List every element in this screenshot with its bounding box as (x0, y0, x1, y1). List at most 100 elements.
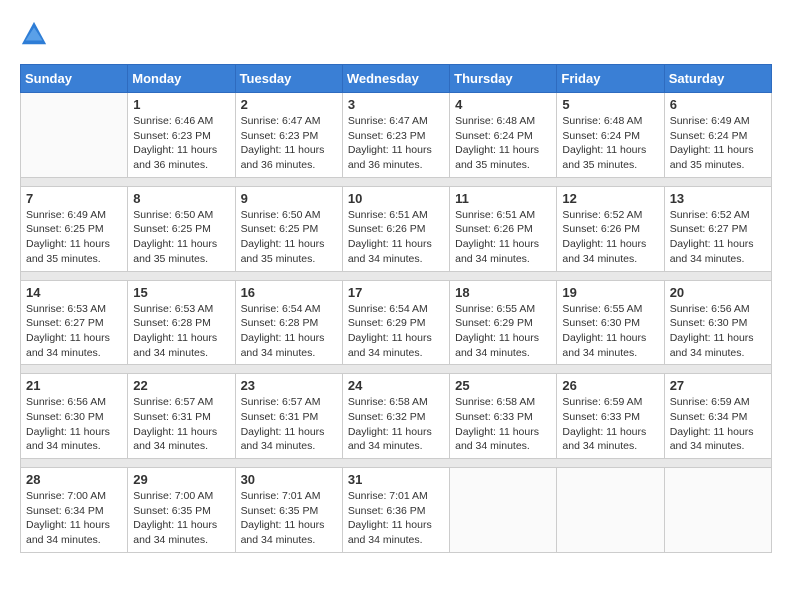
week-separator (21, 365, 772, 374)
calendar-week-row: 7 Sunrise: 6:49 AMSunset: 6:25 PMDaylight… (21, 186, 772, 271)
day-number: 23 (241, 378, 337, 393)
day-number: 17 (348, 285, 444, 300)
day-info: Sunrise: 6:59 AMSunset: 6:34 PMDaylight:… (670, 395, 766, 454)
logo-icon (20, 20, 48, 48)
day-info: Sunrise: 6:52 AMSunset: 6:26 PMDaylight:… (562, 208, 658, 267)
calendar-header-row: SundayMondayTuesdayWednesdayThursdayFrid… (21, 65, 772, 93)
day-of-week-header: Tuesday (235, 65, 342, 93)
day-number: 29 (133, 472, 229, 487)
day-info: Sunrise: 6:58 AMSunset: 6:33 PMDaylight:… (455, 395, 551, 454)
day-number: 2 (241, 97, 337, 112)
day-info: Sunrise: 6:51 AMSunset: 6:26 PMDaylight:… (455, 208, 551, 267)
calendar-day-cell: 27Sunrise: 6:59 AMSunset: 6:34 PMDayligh… (664, 374, 771, 459)
day-number: 9 (241, 191, 337, 206)
day-number: 16 (241, 285, 337, 300)
calendar-day-cell: 5 Sunrise: 6:48 AMSunset: 6:24 PMDaylight… (557, 93, 664, 178)
calendar-day-cell: 16 Sunrise: 6:54 AMSunset: 6:28 PMDayligh… (235, 280, 342, 365)
calendar-day-cell: 13 Sunrise: 6:52 AMSunset: 6:27 PMDayligh… (664, 186, 771, 271)
day-number: 13 (670, 191, 766, 206)
day-info: Sunrise: 7:01 AMSunset: 6:35 PMDaylight:… (241, 489, 337, 548)
day-number: 19 (562, 285, 658, 300)
day-number: 1 (133, 97, 229, 112)
calendar-day-cell: 18 Sunrise: 6:55 AMSunset: 6:29 PMDayligh… (450, 280, 557, 365)
day-number: 14 (26, 285, 122, 300)
day-number: 7 (26, 191, 122, 206)
week-separator (21, 459, 772, 468)
calendar-day-cell: 12 Sunrise: 6:52 AMSunset: 6:26 PMDayligh… (557, 186, 664, 271)
calendar-day-cell (664, 468, 771, 553)
day-number: 26 (562, 378, 658, 393)
day-info: Sunrise: 6:50 AMSunset: 6:25 PMDaylight:… (133, 208, 229, 267)
calendar-day-cell: 20 Sunrise: 6:56 AMSunset: 6:30 PMDayligh… (664, 280, 771, 365)
day-number: 10 (348, 191, 444, 206)
calendar-day-cell: 26 Sunrise: 6:59 AMSunset: 6:33 PMDayligh… (557, 374, 664, 459)
day-info: Sunrise: 6:47 AMSunset: 6:23 PMDaylight:… (241, 114, 337, 173)
calendar-week-row: 28 Sunrise: 7:00 AMSunset: 6:34 PMDayligh… (21, 468, 772, 553)
calendar-day-cell: 14 Sunrise: 6:53 AMSunset: 6:27 PMDayligh… (21, 280, 128, 365)
day-number: 25 (455, 378, 551, 393)
calendar-day-cell: 31Sunrise: 7:01 AMSunset: 6:36 PMDayligh… (342, 468, 449, 553)
day-number: 18 (455, 285, 551, 300)
calendar-day-cell: 8 Sunrise: 6:50 AMSunset: 6:25 PMDaylight… (128, 186, 235, 271)
calendar-day-cell: 22Sunrise: 6:57 AMSunset: 6:31 PMDayligh… (128, 374, 235, 459)
calendar-day-cell: 11 Sunrise: 6:51 AMSunset: 6:26 PMDayligh… (450, 186, 557, 271)
day-of-week-header: Wednesday (342, 65, 449, 93)
day-number: 30 (241, 472, 337, 487)
day-number: 5 (562, 97, 658, 112)
week-separator (21, 271, 772, 280)
day-number: 8 (133, 191, 229, 206)
day-number: 20 (670, 285, 766, 300)
day-info: Sunrise: 6:56 AMSunset: 6:30 PMDaylight:… (26, 395, 122, 454)
page-header (20, 20, 772, 48)
day-info: Sunrise: 6:57 AMSunset: 6:31 PMDaylight:… (133, 395, 229, 454)
day-info: Sunrise: 6:57 AMSunset: 6:31 PMDaylight:… (241, 395, 337, 454)
day-info: Sunrise: 7:00 AMSunset: 6:34 PMDaylight:… (26, 489, 122, 548)
calendar-day-cell (450, 468, 557, 553)
day-info: Sunrise: 6:48 AMSunset: 6:24 PMDaylight:… (455, 114, 551, 173)
day-info: Sunrise: 6:49 AMSunset: 6:24 PMDaylight:… (670, 114, 766, 173)
day-number: 12 (562, 191, 658, 206)
day-number: 15 (133, 285, 229, 300)
day-info: Sunrise: 6:49 AMSunset: 6:25 PMDaylight:… (26, 208, 122, 267)
calendar-table: SundayMondayTuesdayWednesdayThursdayFrid… (20, 64, 772, 553)
week-separator-row (21, 459, 772, 468)
day-info: Sunrise: 6:56 AMSunset: 6:30 PMDaylight:… (670, 302, 766, 361)
day-info: Sunrise: 6:54 AMSunset: 6:29 PMDaylight:… (348, 302, 444, 361)
day-number: 6 (670, 97, 766, 112)
day-info: Sunrise: 7:00 AMSunset: 6:35 PMDaylight:… (133, 489, 229, 548)
day-number: 28 (26, 472, 122, 487)
calendar-day-cell: 24 Sunrise: 6:58 AMSunset: 6:32 PMDayligh… (342, 374, 449, 459)
calendar-day-cell: 29 Sunrise: 7:00 AMSunset: 6:35 PMDayligh… (128, 468, 235, 553)
calendar-day-cell: 17 Sunrise: 6:54 AMSunset: 6:29 PMDayligh… (342, 280, 449, 365)
calendar-week-row: 14 Sunrise: 6:53 AMSunset: 6:27 PMDayligh… (21, 280, 772, 365)
calendar-day-cell: 9Sunrise: 6:50 AMSunset: 6:25 PMDaylight… (235, 186, 342, 271)
calendar-day-cell: 25 Sunrise: 6:58 AMSunset: 6:33 PMDayligh… (450, 374, 557, 459)
day-number: 24 (348, 378, 444, 393)
calendar-week-row: 21Sunrise: 6:56 AMSunset: 6:30 PMDayligh… (21, 374, 772, 459)
day-of-week-header: Saturday (664, 65, 771, 93)
day-number: 4 (455, 97, 551, 112)
calendar-day-cell (21, 93, 128, 178)
day-info: Sunrise: 6:48 AMSunset: 6:24 PMDaylight:… (562, 114, 658, 173)
day-info: Sunrise: 6:54 AMSunset: 6:28 PMDaylight:… (241, 302, 337, 361)
calendar-week-row: 1 Sunrise: 6:46 AMSunset: 6:23 PMDaylight… (21, 93, 772, 178)
calendar-day-cell: 21Sunrise: 6:56 AMSunset: 6:30 PMDayligh… (21, 374, 128, 459)
calendar-day-cell: 3Sunrise: 6:47 AMSunset: 6:23 PMDaylight… (342, 93, 449, 178)
day-info: Sunrise: 6:52 AMSunset: 6:27 PMDaylight:… (670, 208, 766, 267)
calendar-day-cell: 30 Sunrise: 7:01 AMSunset: 6:35 PMDayligh… (235, 468, 342, 553)
day-info: Sunrise: 6:55 AMSunset: 6:29 PMDaylight:… (455, 302, 551, 361)
day-number: 11 (455, 191, 551, 206)
week-separator-row (21, 271, 772, 280)
day-of-week-header: Monday (128, 65, 235, 93)
day-info: Sunrise: 6:59 AMSunset: 6:33 PMDaylight:… (562, 395, 658, 454)
day-info: Sunrise: 6:53 AMSunset: 6:28 PMDaylight:… (133, 302, 229, 361)
day-of-week-header: Thursday (450, 65, 557, 93)
day-info: Sunrise: 6:46 AMSunset: 6:23 PMDaylight:… (133, 114, 229, 173)
day-info: Sunrise: 6:53 AMSunset: 6:27 PMDaylight:… (26, 302, 122, 361)
day-info: Sunrise: 6:58 AMSunset: 6:32 PMDaylight:… (348, 395, 444, 454)
day-number: 31 (348, 472, 444, 487)
week-separator-row (21, 365, 772, 374)
day-of-week-header: Friday (557, 65, 664, 93)
calendar-day-cell: 4 Sunrise: 6:48 AMSunset: 6:24 PMDaylight… (450, 93, 557, 178)
calendar-day-cell: 2 Sunrise: 6:47 AMSunset: 6:23 PMDaylight… (235, 93, 342, 178)
